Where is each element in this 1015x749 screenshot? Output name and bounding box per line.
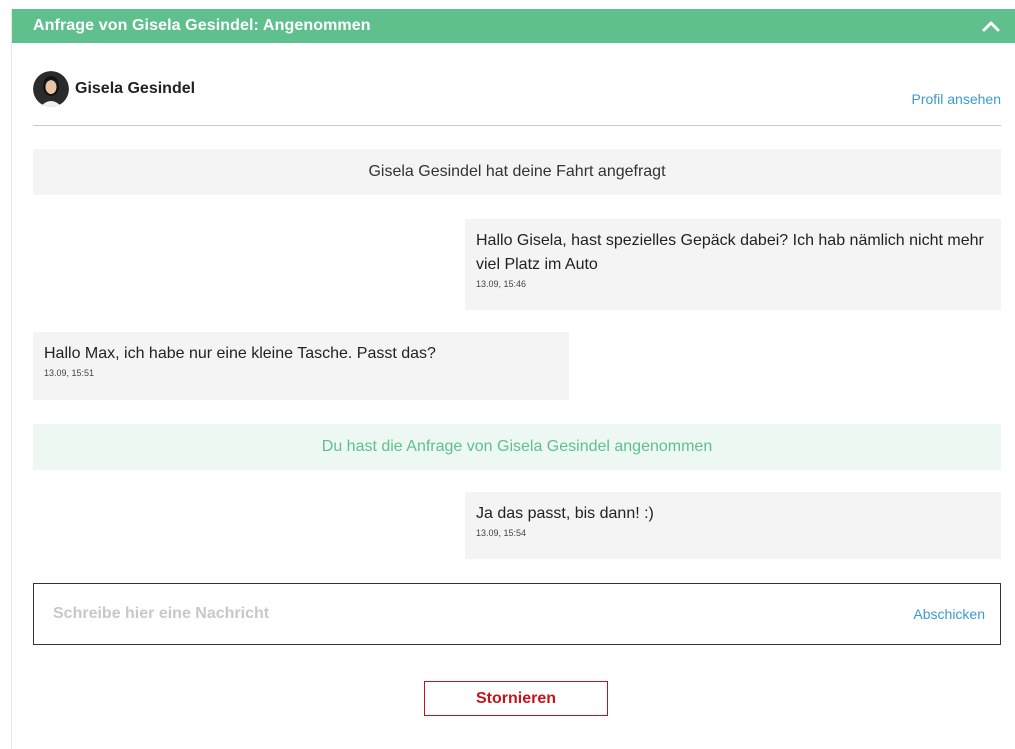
message-bubble-outgoing: Hallo Gisela, hast spezielles Gepäck dab… bbox=[465, 219, 1001, 310]
send-button[interactable]: Abschicken bbox=[913, 606, 985, 622]
message-timestamp: 13.09, 15:51 bbox=[44, 368, 95, 378]
message-input[interactable] bbox=[51, 604, 835, 624]
message-text: Hallo Max, ich habe nur eine kleine Tasc… bbox=[44, 345, 436, 362]
view-profile-link[interactable]: Profil ansehen bbox=[911, 91, 1001, 107]
message-bubble-incoming: Hallo Max, ich habe nur eine kleine Tasc… bbox=[33, 332, 569, 400]
message-timestamp: 13.09, 15:46 bbox=[476, 279, 527, 289]
message-timestamp: 13.09, 15:54 bbox=[476, 528, 527, 538]
message-bubble-outgoing: Ja das passt, bis dann! :) 13.09, 15:54 bbox=[465, 492, 1001, 559]
header-title: Anfrage von Gisela Gesindel: Angenommen bbox=[33, 17, 371, 34]
cancel-button[interactable]: Stornieren bbox=[424, 681, 608, 716]
system-message-request: Gisela Gesindel hat deine Fahrt angefrag… bbox=[33, 149, 1001, 195]
request-header[interactable]: Anfrage von Gisela Gesindel: Angenommen bbox=[12, 9, 1015, 43]
message-text: Hallo Gisela, hast spezielles Gepäck dab… bbox=[476, 232, 984, 273]
request-panel: Anfrage von Gisela Gesindel: Angenommen … bbox=[11, 9, 1015, 749]
chevron-up-icon[interactable] bbox=[980, 15, 1002, 37]
message-text: Ja das passt, bis dann! :) bbox=[476, 505, 654, 522]
profile-row: Gisela Gesindel Profil ansehen bbox=[33, 71, 1001, 126]
message-composer: Abschicken bbox=[33, 583, 1001, 645]
profile-name: Gisela Gesindel bbox=[75, 80, 196, 97]
avatar[interactable] bbox=[33, 71, 69, 107]
system-message-accepted: Du hast die Anfrage von Gisela Gesindel … bbox=[33, 424, 1001, 470]
